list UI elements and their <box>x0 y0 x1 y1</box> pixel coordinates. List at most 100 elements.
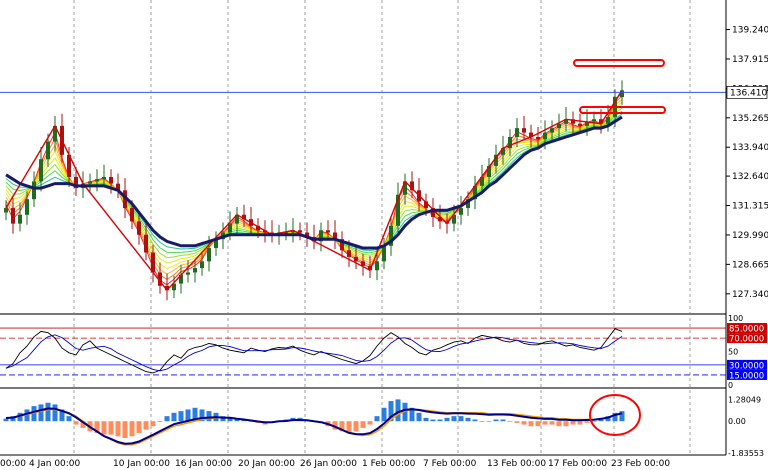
time-axis-label: 20 Jan 00:00 <box>238 459 295 469</box>
rsi-signal-line <box>5 334 623 372</box>
macd-bar-71 <box>500 419 506 422</box>
candle-body-42 <box>298 230 302 233</box>
macd-bar-5 <box>38 404 44 422</box>
macd-bar-26 <box>185 409 191 422</box>
macd-bar-0 <box>3 418 9 422</box>
candle-body-18 <box>130 208 134 222</box>
macd-bar-54 <box>381 407 387 422</box>
macd-bar-79 <box>556 421 562 427</box>
macd-bar-10 <box>73 421 79 425</box>
candle-body-21 <box>151 252 155 273</box>
time-axis-label: 26 Jan 00:00 <box>300 459 357 469</box>
macd-bar-15 <box>108 421 114 435</box>
price-tick-label: 129.990 <box>732 231 768 241</box>
macd-bar-88 <box>619 411 625 422</box>
candle-body-73 <box>515 128 519 138</box>
candle-body-77 <box>543 132 547 140</box>
candle-body-50 <box>354 256 358 262</box>
time-axis: 4 Jan 00:00 10 Jan 00:00 16 Jan 00:00 20 Ja… <box>0 459 670 469</box>
time-axis-label: 1 Feb 00:00 <box>362 459 416 469</box>
candle-body-1 <box>11 208 15 224</box>
rsi-tick-label: 100 <box>728 314 743 323</box>
candle-body-78 <box>550 128 554 133</box>
macd-bar-65 <box>458 416 464 422</box>
macd-bar-80 <box>563 421 569 427</box>
macd-bar-14 <box>101 421 107 435</box>
macd-bar-7 <box>52 404 58 422</box>
time-axis-edge-label: 00:00 <box>0 459 26 469</box>
trading-chart: 85.000070.0000 30.000015.0000 100 50 0 1.2804… <box>0 0 768 470</box>
candle-body-86 <box>606 117 610 124</box>
macd-bar-75 <box>528 421 534 427</box>
time-axis-label: 4 Jan 00:00 <box>29 459 81 469</box>
candle-body-15 <box>109 176 113 184</box>
rsi-level-label: 70.0000 <box>729 335 764 345</box>
candle-body-84 <box>592 119 596 122</box>
macd-bar-24 <box>171 412 177 422</box>
macd-bar-81 <box>570 421 576 425</box>
candle-body-79 <box>557 123 561 129</box>
macd-bar-56 <box>395 399 401 422</box>
macd-bar-6 <box>45 402 51 422</box>
macd-bar-16 <box>115 421 121 437</box>
candle-body-12 <box>88 181 92 184</box>
time-axis-label: 13 Feb 00:00 <box>487 459 546 469</box>
candle-body-5 <box>39 159 43 182</box>
rsi-level-label: 15.0000 <box>729 371 764 381</box>
time-axis-label: 23 Feb 00:00 <box>611 459 670 469</box>
macd-tick-label: 0.00 <box>728 417 746 426</box>
macd-bar-20 <box>143 421 149 430</box>
macd-bar-18 <box>129 421 135 437</box>
current-price-label: 136.410 <box>730 88 767 98</box>
macd-bar-83 <box>584 421 590 423</box>
macd-tick-label: 1.28049 <box>728 396 761 405</box>
macd-bar-50 <box>353 421 359 432</box>
time-axis-label: 16 Jan 00:00 <box>175 459 232 469</box>
price-tick-label: 133.940 <box>732 143 768 153</box>
time-axis-label: 7 Feb 00:00 <box>423 459 477 469</box>
candle-body-27 <box>193 268 197 273</box>
macd-bar-76 <box>535 421 541 427</box>
price-tick-label: 127.340 <box>732 290 768 300</box>
macd-bar-73 <box>514 421 520 423</box>
macd-bar-25 <box>178 411 184 422</box>
macd-bar-60 <box>423 417 429 422</box>
macd-bar-29 <box>206 411 212 422</box>
macd-bar-74 <box>521 421 527 425</box>
candle-body-4 <box>32 181 36 200</box>
price-tick-label: 135.265 <box>732 114 768 124</box>
candle-body-2 <box>18 214 22 224</box>
macd-bar-59 <box>416 412 422 422</box>
macd-bar-68 <box>479 421 485 422</box>
candle-body-3 <box>25 199 29 215</box>
candle-body-13 <box>95 179 99 182</box>
macd-bar-72 <box>507 421 513 422</box>
candle-body-76 <box>536 137 540 140</box>
candle-body-19 <box>137 221 141 235</box>
macd-bar-17 <box>122 421 128 438</box>
candle-body-49 <box>347 250 351 257</box>
candle-body-82 <box>578 123 582 126</box>
macd-bar-64 <box>451 416 457 422</box>
macd-bar-62 <box>437 419 443 422</box>
price-tick-label: 137.915 <box>732 55 768 65</box>
price-tick-label: 132.640 <box>732 172 768 182</box>
candle-body-54 <box>382 245 386 262</box>
macd-bar-61 <box>430 419 436 422</box>
macd-bar-82 <box>577 421 583 425</box>
price-tick-label: 131.315 <box>732 202 768 212</box>
macd-bar-23 <box>164 416 170 422</box>
rsi-tick-label: 50 <box>728 348 738 357</box>
macd-bar-51 <box>360 421 366 428</box>
candle-body-29 <box>207 248 211 262</box>
time-axis-label: 10 Jan 00:00 <box>113 459 170 469</box>
macd-bar-77 <box>542 421 548 425</box>
candle-body-32 <box>228 223 232 233</box>
candle-body-28 <box>200 261 204 269</box>
rsi-level-label: 30.0000 <box>729 361 764 371</box>
macd-bar-63 <box>444 417 450 422</box>
candle-body-46 <box>326 230 330 233</box>
macd-bar-22 <box>157 421 163 422</box>
macd-tick-label: -1.83553 <box>728 449 764 458</box>
macd-bar-21 <box>150 421 156 427</box>
